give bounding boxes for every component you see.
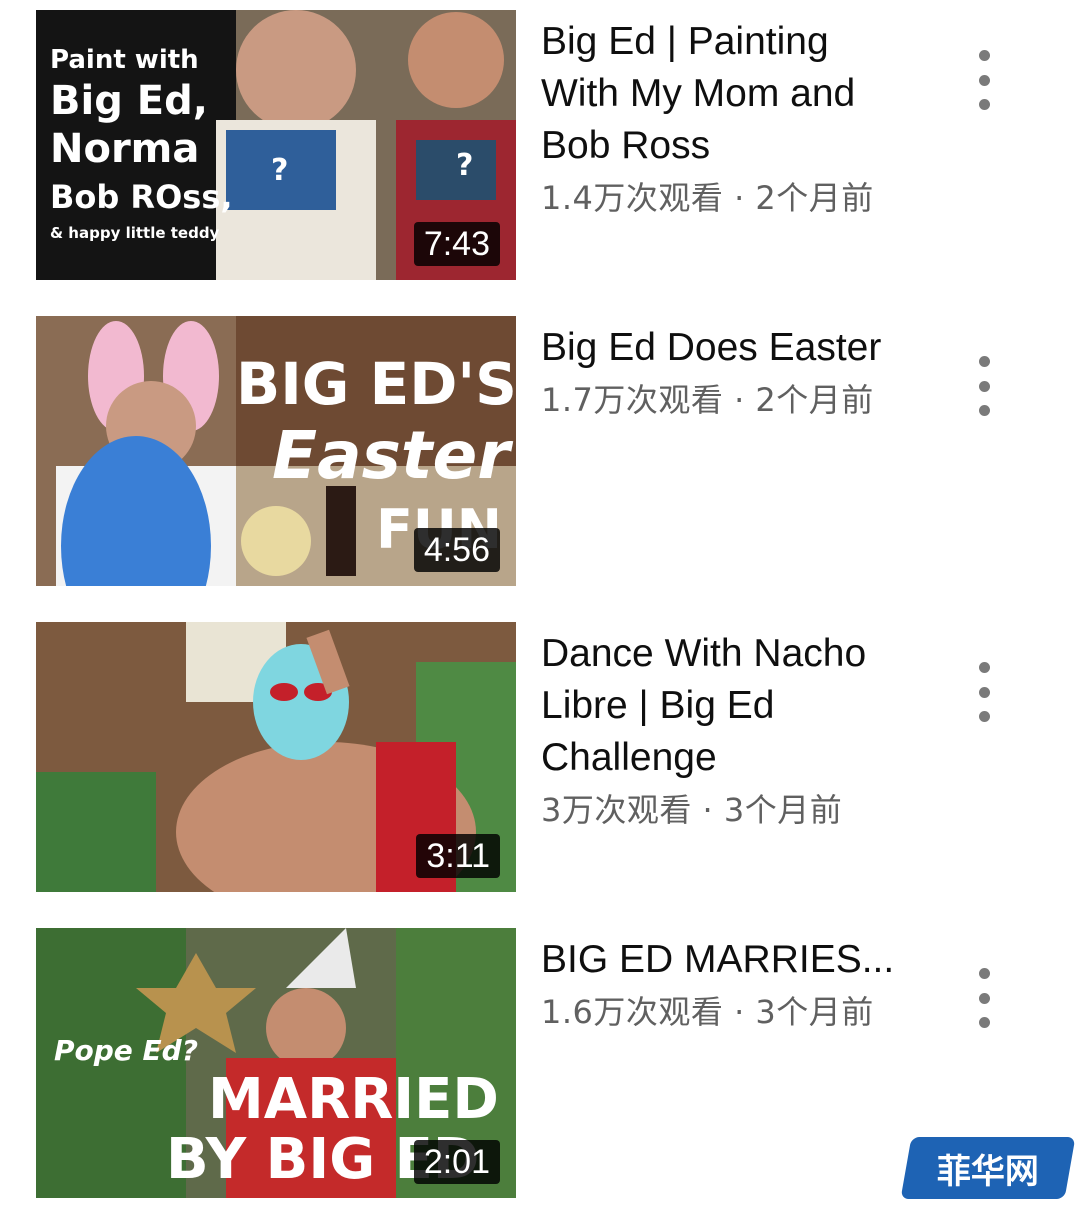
video-title[interactable]: Big Ed | Painting With My Mom and Bob Ro… — [541, 16, 911, 172]
thumbnail-text: BIG ED'S — [236, 350, 516, 418]
video-thumbnail[interactable]: 3:11 — [36, 622, 516, 892]
site-watermark-logo: 菲华网 — [900, 1137, 1076, 1199]
video-title[interactable]: Dance With Nacho Libre | Big Ed Challeng… — [541, 628, 911, 784]
more-options-icon[interactable] — [964, 662, 1004, 722]
video-info[interactable]: Dance With Nacho Libre | Big Ed Challeng… — [541, 628, 911, 832]
thumbnail-text: Big Ed, — [50, 78, 208, 124]
svg-text:?: ? — [271, 153, 288, 188]
video-title[interactable]: BIG ED MARRIES... — [541, 934, 911, 986]
video-duration: 4:56 — [413, 528, 500, 572]
video-item[interactable]: ? ? Paint with Big Ed, Norma Bob ROss, &… — [0, 10, 1080, 282]
video-meta: 3万次观看 · 3个月前 — [541, 791, 843, 829]
thumbnail-text: Pope Ed? — [54, 1034, 198, 1067]
video-thumbnail[interactable]: ? ? Paint with Big Ed, Norma Bob ROss, &… — [36, 10, 516, 280]
video-duration: 2:01 — [413, 1140, 500, 1184]
more-options-icon[interactable] — [964, 356, 1004, 416]
svg-text:?: ? — [456, 148, 473, 183]
video-meta: 1.7万次观看 · 2个月前 — [541, 381, 874, 419]
thumbnail-text: Bob ROss, — [50, 178, 233, 216]
video-info[interactable]: Big Ed | Painting With My Mom and Bob Ro… — [541, 16, 911, 220]
video-duration: 7:43 — [413, 222, 500, 266]
video-info[interactable]: BIG ED MARRIES... 1.6万次观看 · 3个月前 — [541, 934, 911, 1034]
video-info[interactable]: Big Ed Does Easter 1.7万次观看 · 2个月前 — [541, 322, 911, 422]
video-meta: 1.4万次观看 · 2个月前 — [541, 179, 874, 217]
more-options-icon[interactable] — [964, 50, 1004, 110]
thumbnail-text: Norma — [50, 126, 199, 172]
video-thumbnail[interactable]: Pope Ed? MARRIED BY BIG ED 2:01 — [36, 928, 516, 1198]
video-title[interactable]: Big Ed Does Easter — [541, 322, 911, 374]
thumbnail-text: & happy little teddy — [50, 224, 220, 242]
thumbnail-text: Easter — [272, 417, 513, 494]
video-item[interactable]: BIG ED'S Easter FUN 4:56 Big Ed Does Eas… — [0, 316, 1080, 588]
thumbnail-text: MARRIED — [208, 1067, 499, 1132]
video-thumbnail[interactable]: BIG ED'S Easter FUN 4:56 — [36, 316, 516, 586]
video-duration: 3:11 — [416, 834, 500, 878]
video-meta: 1.6万次观看 · 3个月前 — [541, 993, 874, 1031]
video-item[interactable]: 3:11 Dance With Nacho Libre | Big Ed Cha… — [0, 622, 1080, 894]
watermark-text: 菲华网 — [937, 1151, 1039, 1192]
thumbnail-text: Paint with — [50, 45, 199, 75]
more-options-icon[interactable] — [964, 968, 1004, 1028]
